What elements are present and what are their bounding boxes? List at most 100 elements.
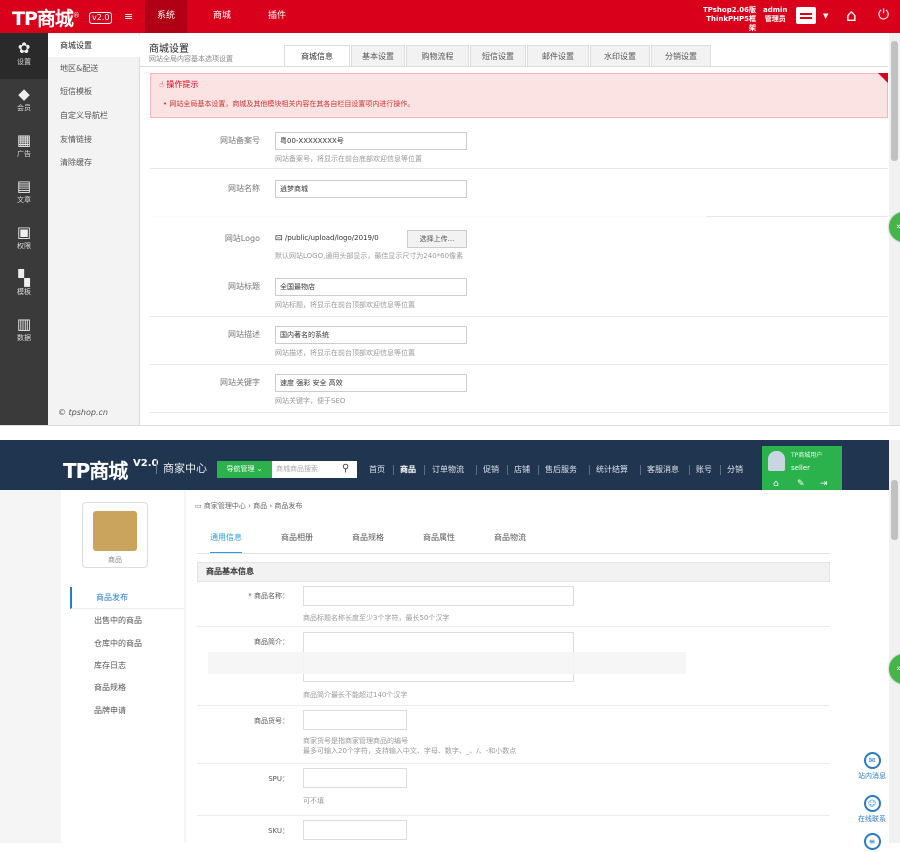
seller-user-box: TP商城用户 seller ⌂ ✎ ⇥ <box>762 446 842 490</box>
gear-icon: ✿ <box>17 39 31 57</box>
tab-distribution[interactable]: 分销设置 <box>651 45 711 67</box>
admin-subnav: 商城设置 地区&配送 短信模板 自定义导航栏 友情链接 清除缓存 <box>48 33 140 425</box>
tab-watermark[interactable]: 水印设置 <box>590 45 650 67</box>
monitor-icon: ▭ <box>195 502 204 510</box>
shop-thumbnail[interactable]: 商品 <box>82 502 148 568</box>
subnav-item-mall-settings[interactable]: 商城设置 <box>48 35 140 57</box>
subnav-item-custom-nav[interactable]: 自定义导航栏 <box>48 105 140 127</box>
wrench-icon[interactable]: ✎ <box>797 479 805 489</box>
topnav-mall[interactable]: 商城 <box>201 0 243 33</box>
goods-sn-input[interactable] <box>303 710 407 730</box>
tab-attributes[interactable]: 商品属性 <box>423 532 455 543</box>
header-divider <box>156 460 157 474</box>
tab-sms[interactable]: 短信设置 <box>470 45 526 67</box>
tab-mall-info[interactable]: 商城信息 <box>284 45 350 67</box>
seller-nav-aftersale[interactable]: 售后服务 <box>545 461 577 478</box>
admin-user[interactable]: admin 管理员 <box>763 6 787 24</box>
nav-manage-dropdown[interactable]: 导航管理 ⌄ <box>217 461 272 478</box>
site-name-input[interactable]: 逍梦商城 <box>275 180 467 198</box>
site-title-input[interactable]: 全国最物店 <box>275 278 467 296</box>
left-menu-specs[interactable]: 商品规格 <box>70 677 185 699</box>
calendar-icon[interactable] <box>796 7 816 24</box>
admin-logo[interactable]: TP商城® <box>12 4 80 31</box>
icp-input[interactable]: 粤00-XXXXXXXX号 <box>275 132 467 150</box>
left-menu-onsale[interactable]: 出售中的商品 <box>70 610 185 632</box>
binoculars-icon[interactable]: ⚲ <box>342 463 349 474</box>
form-row-sku: SKU： <box>197 816 830 843</box>
left-menu-publish[interactable]: 商品发布 <box>70 587 185 609</box>
keywords-input[interactable]: 速度 强彩 安全 高效 <box>275 374 467 392</box>
spu-input[interactable] <box>303 768 407 788</box>
tab-logistics[interactable]: 商品物流 <box>494 532 526 543</box>
document-icon: ▤ <box>16 177 32 195</box>
tab-email[interactable]: 邮件设置 <box>527 45 589 67</box>
field-label: SKU： <box>268 827 289 835</box>
subnav-item-clear-cache[interactable]: 清除缓存 <box>48 152 140 174</box>
nav-divider <box>424 465 425 475</box>
seller-logo[interactable]: TP商城 <box>63 455 128 484</box>
field-hint: 商家货号是指商家管理商品的编号 最多可输入20个字符，支持输入中文、字母、数字、… <box>303 737 517 755</box>
nav-divider <box>640 465 641 475</box>
subnav-item-region-shipping[interactable]: 地区&配送 <box>48 58 140 80</box>
sidebar-item-templates[interactable]: ▚ 模板 <box>0 263 48 309</box>
sidebar-item-ads[interactable]: ▦ 广告 <box>0 125 48 171</box>
seller-nav-orders[interactable]: 订单物流 <box>432 461 464 478</box>
tab-shopping-flow[interactable]: 购物流程 <box>406 45 469 67</box>
left-menu-stock-log[interactable]: 库存日志 <box>70 655 185 677</box>
goods-name-input[interactable] <box>303 586 574 606</box>
left-menu-warehouse[interactable]: 仓库中的商品 <box>70 633 185 655</box>
tab-basic[interactable]: 基本设置 <box>351 45 405 67</box>
side-tool-contact[interactable]: ☺ 在线联系 <box>852 795 892 824</box>
overlay-band <box>208 652 686 674</box>
seller-nav-store[interactable]: 店铺 <box>514 461 530 478</box>
topnav-system[interactable]: 系统 <box>145 0 188 33</box>
tab-specs[interactable]: 商品规格 <box>352 532 384 543</box>
power-icon[interactable]: ⏻ <box>878 7 889 23</box>
seller-nav-home[interactable]: 首页 <box>369 461 385 478</box>
scrollbar[interactable] <box>889 440 900 843</box>
tips-alert: ☝ 操作提示 • 网站全局基本设置，商城及其他模块相关内容在其各自栏目设置项内进… <box>150 73 888 118</box>
version-badge: v2.0 <box>89 12 113 24</box>
scrollbar-thumb[interactable] <box>891 480 898 540</box>
subnav-item-sms-template[interactable]: 短信模板 <box>48 81 140 103</box>
side-tool-messages[interactable]: ✉ 站内消息 <box>852 752 892 781</box>
database-icon: ▥ <box>16 315 32 333</box>
tab-general[interactable]: 通用信息 <box>210 532 242 554</box>
sku-input[interactable] <box>303 820 407 840</box>
seller-nav-account[interactable]: 账号 <box>696 461 712 478</box>
upload-button[interactable]: 选择上传... <box>407 230 467 248</box>
menu-icon[interactable]: ≡ <box>124 10 133 23</box>
home-icon[interactable]: ⌂ <box>773 479 779 489</box>
form-row-icp: 网站备案号 粤00-XXXXXXXX号 网站备案号，将显示在前台底部欢迎信息等位… <box>150 121 888 169</box>
subnav-item-friend-links[interactable]: 友情链接 <box>48 129 140 151</box>
sidebar-item-data[interactable]: ▥ 数据 <box>0 309 48 355</box>
sidebar-item-members[interactable]: ◆ 会员 <box>0 79 48 125</box>
home-icon[interactable]: ⌂ <box>846 6 857 26</box>
form-row-name: * 商品名称： 商品标题名称长度至少3个字符，最长50个汉字 <box>197 583 830 627</box>
nav-divider <box>393 465 394 475</box>
nav-divider <box>720 465 721 475</box>
seller-nav-distribution[interactable]: 分销 <box>727 461 743 478</box>
chevron-down-icon[interactable]: ▼ <box>823 12 828 20</box>
field-label: SPU： <box>268 775 289 783</box>
seller-nav-stats[interactable]: 统计结算 <box>596 461 628 478</box>
sidebar-item-permissions[interactable]: ▣ 权限 <box>0 217 48 263</box>
seller-nav-service[interactable]: 客服消息 <box>647 461 679 478</box>
left-menu-brand[interactable]: 品牌申请 <box>70 700 185 722</box>
alert-corner <box>878 73 888 83</box>
site-desc-input[interactable]: 国内著名的系统 <box>275 326 467 344</box>
page-subtitle: 网站全局内容基本选项设置 <box>149 55 233 63</box>
logout-icon[interactable]: ⇥ <box>820 479 828 489</box>
ad-icon: ▦ <box>16 131 32 149</box>
topnav-plugins[interactable]: 插件 <box>256 0 298 33</box>
sidebar-item-settings[interactable]: ✿ 设置 <box>0 33 48 79</box>
nav-divider <box>589 465 590 475</box>
field-label: 网站名称 <box>228 184 260 193</box>
avatar[interactable] <box>768 451 785 471</box>
seller-nav-goods[interactable]: 商品 <box>400 461 416 478</box>
tab-album[interactable]: 商品相册 <box>281 532 313 543</box>
seller-nav-promotion[interactable]: 促销 <box>483 461 499 478</box>
alert-title[interactable]: ☝ 操作提示 <box>159 79 198 90</box>
scrollbar-thumb[interactable] <box>891 41 898 161</box>
sidebar-item-articles[interactable]: ▤ 文章 <box>0 171 48 217</box>
